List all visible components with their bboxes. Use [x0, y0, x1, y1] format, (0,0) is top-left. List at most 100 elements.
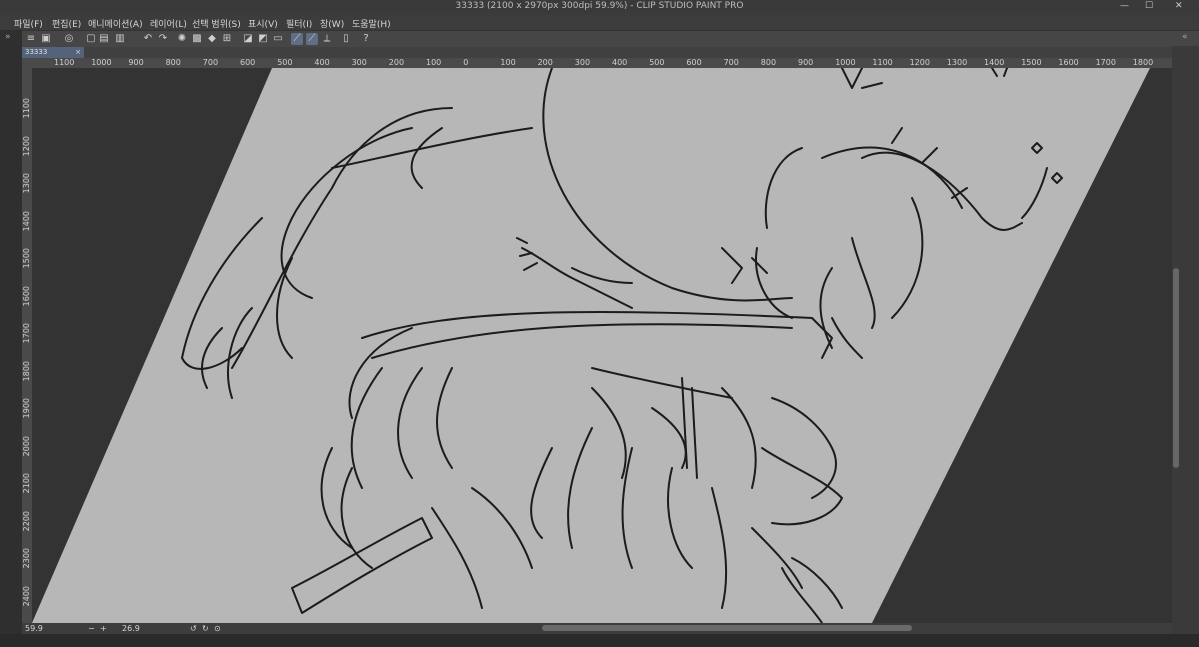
ruler-v-tick: 1200 — [22, 135, 31, 156]
taskbar-strip — [0, 634, 1199, 647]
ruler-h-tick: 100 — [426, 58, 442, 67]
close-tab-icon[interactable]: × — [75, 47, 81, 58]
paper-sheet — [32, 68, 1150, 623]
crop-icon[interactable]: ▭ — [272, 33, 284, 45]
ruler-h-tick: 1100 — [54, 58, 75, 67]
ruler-v-tick: 2100 — [22, 473, 31, 494]
menu-filter[interactable]: 필터(I) — [286, 17, 312, 30]
ruler-v-tick: 1600 — [22, 285, 31, 306]
menu-selection[interactable]: 선택 범위(S) — [192, 17, 241, 30]
redo-icon[interactable]: ↷ — [157, 33, 169, 45]
horizontal-ruler: 1100 1000 900 800 700 600 500 400 300 200 100 0 100 2… — [32, 58, 1172, 68]
ruler-h-tick: 500 — [277, 58, 293, 67]
ruler-v-tick: 1100 — [22, 98, 31, 119]
status-bar: 59.9 − + 26.9 ↺ ↻ ⊙ — [22, 623, 1172, 634]
menu-bar: 파일(F) 편집(E) 애니메이션(A) 레이어(L) 선택 범위(S) 표시(… — [0, 14, 1199, 30]
ruler-h-tick: 900 — [798, 58, 814, 67]
ruler-h-tick: 800 — [760, 58, 777, 67]
ruler-v-tick: 2400 — [22, 585, 31, 606]
canvas-svg — [32, 68, 1150, 623]
ruler-v-tick: 1800 — [22, 360, 31, 381]
clear-icon[interactable]: ▩ — [191, 33, 203, 45]
ruler-v-tick: 1400 — [22, 210, 31, 231]
ruler-h-tick: 400 — [612, 58, 628, 67]
snap-ruler-icon[interactable]: ⟋ — [291, 33, 303, 45]
ruler-h-tick: 500 — [649, 58, 665, 67]
invert-selection-icon[interactable]: ◩ — [257, 33, 269, 45]
close-button[interactable]: ✕ — [1175, 1, 1183, 11]
ruler-v-tick: 2200 — [22, 510, 31, 531]
zoom-in-button[interactable]: + — [100, 623, 107, 634]
new-file-icon[interactable]: ▣ — [40, 33, 52, 45]
transform-icon[interactable]: ⊞ — [221, 33, 233, 45]
hamburger-icon[interactable]: ≡ — [25, 33, 37, 45]
command-bar: ≡ ▣ ◎ ▢ ▤ ▥ ↶ ↷ ✺ ▩ ◆ ⊞ ◪ ◩ ▭ ⟋ ⟋ ⟂ ▯ ? — [0, 30, 1199, 48]
minimize-button[interactable]: — — [1120, 1, 1129, 11]
vertical-scrollbar[interactable] — [1172, 58, 1180, 623]
expand-right-icon[interactable]: « — [1182, 32, 1188, 42]
ruler-h-tick: 1500 — [1021, 58, 1042, 67]
ruler-h-tick: 700 — [202, 58, 219, 67]
reset-rotation-icon[interactable]: ⊙ — [214, 623, 221, 634]
undo-icon[interactable]: ↶ — [142, 33, 154, 45]
ruler-v-tick: 1500 — [22, 248, 31, 269]
horizontal-scroll-thumb[interactable] — [542, 625, 912, 631]
title-bar: 33333 (2100 x 2970px 300dpi 59.9%) - CLI… — [0, 0, 1199, 14]
zoom-out-button[interactable]: − — [88, 623, 95, 634]
rotation-value[interactable]: 26.9 — [122, 623, 140, 634]
ruler-h-tick: 1600 — [1058, 58, 1079, 67]
ruler-h-tick: 300 — [351, 58, 367, 67]
deselect-icon[interactable]: ◪ — [242, 33, 254, 45]
ruler-v-tick: 1300 — [22, 173, 31, 194]
menu-help[interactable]: 도움말(H) — [352, 17, 391, 30]
ruler-h-tick: 100 — [500, 58, 516, 67]
ruler-h-tick: 1100 — [872, 58, 893, 67]
ruler-h-tick: 1000 — [835, 58, 856, 67]
tab-33333[interactable]: 33333 × — [22, 47, 84, 58]
ruler-h-tick: 1800 — [1132, 58, 1154, 67]
left-panel-strip: » — [0, 30, 22, 647]
rotate-right-icon[interactable]: ↻ — [202, 623, 209, 634]
menu-view[interactable]: 표시(V) — [248, 17, 278, 30]
ruler-h-tick: 600 — [686, 58, 702, 67]
canvas-area[interactable] — [32, 68, 1172, 623]
menu-window[interactable]: 창(W) — [320, 17, 344, 30]
help-icon[interactable]: ? — [360, 33, 372, 45]
zoom-value[interactable]: 59.9 — [25, 623, 43, 634]
open-folder-icon[interactable]: ▤ — [98, 33, 110, 45]
ruler-v-tick: 2000 — [22, 435, 31, 456]
print-icon[interactable]: ▥ — [114, 33, 126, 45]
device-icon[interactable]: ▯ — [340, 33, 352, 45]
ruler-h-tick: 300 — [574, 58, 591, 67]
ruler-h-tick: 900 — [128, 58, 144, 67]
rotate-left-icon[interactable]: ↺ — [190, 623, 197, 634]
ruler-h-tick: 800 — [165, 58, 181, 67]
snap-special-ruler-icon[interactable]: ⟋ — [306, 33, 318, 45]
ruler-h-tick: 1300 — [946, 58, 968, 67]
ruler-v-tick: 2300 — [22, 548, 31, 569]
new-canvas-icon[interactable]: ▢ — [85, 33, 97, 45]
vertical-scroll-thumb[interactable] — [1173, 268, 1179, 468]
ruler-h-tick: 200 — [537, 58, 553, 67]
ruler-v-tick: 1700 — [22, 323, 31, 344]
fill-icon[interactable]: ◆ — [206, 33, 218, 45]
menu-layer[interactable]: 레이어(L) — [150, 17, 187, 30]
menu-animation[interactable]: 애니메이션(A) — [88, 17, 143, 30]
ruler-h-tick: 0 — [463, 58, 469, 67]
canvas-tab-bar: 33333 × — [22, 47, 1172, 58]
ruler-h-tick: 1700 — [1095, 58, 1116, 67]
expand-left-icon[interactable]: » — [5, 32, 11, 42]
ruler-h-tick: 700 — [723, 58, 739, 67]
ruler-h-tick: 600 — [240, 58, 256, 67]
menu-file[interactable]: 파일(F) — [14, 17, 43, 30]
window-title: 33333 (2100 x 2970px 300dpi 59.9%) - CLI… — [455, 1, 744, 11]
tab-label: 33333 — [25, 48, 48, 56]
ruler-h-tick: 1000 — [91, 58, 112, 67]
ruler-v-tick: 1900 — [22, 398, 31, 419]
cloud-icon[interactable]: ◎ — [63, 33, 75, 45]
maximize-button[interactable]: ☐ — [1145, 1, 1153, 11]
ruler-h-tick: 1400 — [984, 58, 1005, 67]
ruler-icon[interactable]: ⟂ — [321, 33, 333, 45]
sparkle-icon[interactable]: ✺ — [176, 33, 188, 45]
menu-edit[interactable]: 편집(E) — [52, 17, 81, 30]
